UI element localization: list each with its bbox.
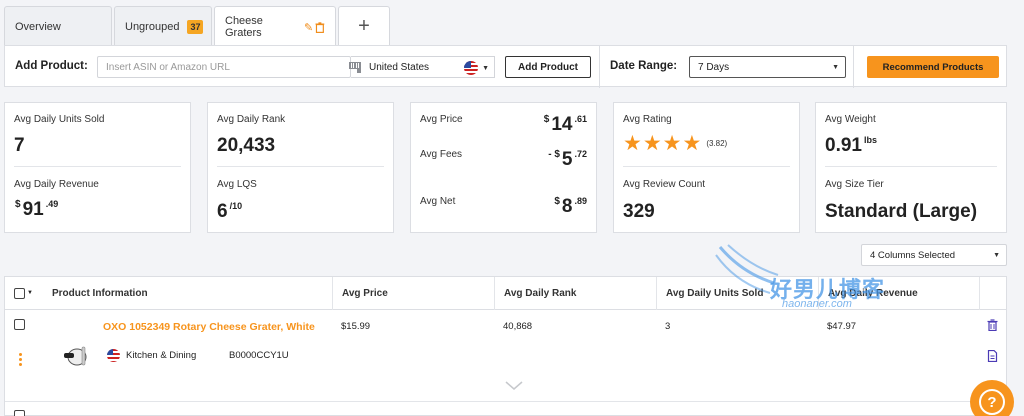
- units-label: Avg Daily Units Sold: [14, 114, 105, 125]
- net-value: $8.89: [554, 196, 587, 217]
- rating-value: (3.82): [706, 139, 728, 148]
- rating-stars: ★ ★ ★ ★ (3.82): [623, 133, 727, 154]
- recommend-products-button[interactable]: Recommend Products: [867, 56, 999, 78]
- date-range-value: 7 Days: [698, 61, 730, 73]
- net-label: Avg Net: [420, 196, 456, 207]
- caret-down-icon: ▼: [482, 65, 489, 72]
- tab-overview[interactable]: Overview: [4, 6, 112, 46]
- product-title-link[interactable]: OXO 1052349 Rotary Cheese Grater, White: [103, 321, 315, 333]
- caret-down-icon[interactable]: ▼: [27, 290, 33, 296]
- weight-label: Avg Weight: [825, 114, 876, 125]
- lqs-label: Avg LQS: [217, 179, 257, 190]
- columns-select[interactable]: 4 Columns Selected ▼: [861, 244, 1007, 266]
- caret-down-icon: ▼: [993, 252, 1000, 259]
- lqs-value: 6/10: [217, 201, 243, 222]
- document-icon[interactable]: [987, 350, 998, 362]
- review-value: 329: [623, 201, 655, 222]
- product-asin: B0000CCY1U: [229, 350, 289, 361]
- weight-size-card: Avg Weight 0.91 lbs Avg Size Tier Standar…: [815, 102, 1007, 233]
- rating-label: Avg Rating: [623, 114, 672, 125]
- us-flag-icon: [107, 349, 120, 362]
- rank-label: Avg Daily Rank: [217, 114, 286, 125]
- us-flag-icon: [464, 61, 478, 75]
- fees-label: Avg Fees: [420, 149, 463, 160]
- star-icon: ★: [623, 132, 642, 155]
- chevron-down-icon[interactable]: [505, 381, 523, 391]
- add-product-toolbar: Add Product: Insert ASIN or Amazon URL U…: [4, 45, 1007, 88]
- add-product-label: Add Product:: [15, 60, 88, 72]
- caret-down-icon: ▼: [832, 64, 839, 71]
- rating-review-card: Avg Rating ★ ★ ★ ★ (3.82) Avg Review Cou…: [613, 102, 800, 233]
- date-range-select[interactable]: 7 Days ▼: [689, 56, 846, 78]
- divider: [599, 46, 600, 88]
- date-range-label: Date Range:: [610, 60, 678, 72]
- size-tier-value: Standard (Large): [825, 201, 978, 222]
- revenue-label: Avg Daily Revenue: [14, 179, 99, 190]
- row-checkbox[interactable]: [14, 410, 25, 416]
- divider: [217, 166, 384, 167]
- country-select[interactable]: United States ▼: [351, 56, 495, 78]
- divider: [14, 166, 181, 167]
- product-category: Kitchen & Dining: [126, 350, 197, 361]
- country-value: United States: [369, 61, 430, 73]
- trash-icon[interactable]: [315, 21, 325, 33]
- header-avg-daily-rank[interactable]: Avg Daily Rank: [494, 277, 656, 310]
- row-revenue: $47.97: [827, 321, 857, 332]
- row-checkbox[interactable]: [14, 319, 25, 330]
- add-tab-button[interactable]: +: [338, 6, 390, 46]
- tab-cheese-graters[interactable]: Cheese Graters ✎: [214, 6, 336, 47]
- plus-icon: +: [358, 15, 370, 37]
- revenue-value: $91.49: [15, 199, 59, 220]
- columns-select-value: 4 Columns Selected: [870, 249, 956, 261]
- tab-label: Cheese Graters: [225, 15, 263, 39]
- row-price: $15.99: [341, 321, 371, 332]
- price-fees-card: Avg Price $14.61 Avg Fees - $5.72 Avg Ne…: [410, 102, 597, 233]
- review-label: Avg Review Count: [623, 179, 706, 190]
- pencil-icon[interactable]: ✎: [304, 21, 313, 34]
- rank-value: 20,433: [217, 135, 276, 156]
- row-rank: 40,868: [503, 321, 533, 332]
- weight-value: 0.91 lbs: [825, 135, 877, 156]
- divider: [623, 166, 790, 167]
- question-icon: ?: [979, 389, 1005, 415]
- tab-ungrouped[interactable]: Ungrouped 37: [114, 6, 212, 46]
- divider: [853, 46, 854, 88]
- row-units: 3: [665, 321, 671, 332]
- header-actions: [979, 277, 1007, 310]
- price-label: Avg Price: [420, 114, 463, 125]
- units-revenue-card: Avg Daily Units Sold 7 Avg Daily Revenue…: [4, 102, 191, 233]
- star-icon: ★: [682, 132, 702, 155]
- tab-label: Ungrouped: [125, 20, 180, 33]
- add-product-button[interactable]: Add Product: [505, 56, 591, 78]
- asin-input[interactable]: Insert ASIN or Amazon URL: [97, 56, 351, 78]
- watermark-subtitle: haonaner.com: [782, 298, 852, 310]
- size-tier-label: Avg Size Tier: [825, 179, 884, 190]
- tab-bar: Overview Ungrouped 37 Cheese Graters ✎ +: [4, 6, 392, 47]
- select-all-checkbox[interactable]: [14, 288, 25, 299]
- fees-value: - $5.72: [548, 149, 587, 170]
- units-value: 7: [14, 135, 25, 156]
- product-thumbnail: [64, 346, 87, 366]
- trash-icon[interactable]: [987, 319, 998, 331]
- header-avg-price[interactable]: Avg Price: [332, 277, 494, 310]
- more-options-icon[interactable]: [19, 353, 23, 368]
- price-value: $14.61: [543, 114, 587, 135]
- header-product-info[interactable]: Product Information: [43, 277, 333, 310]
- tab-label: Overview: [15, 20, 61, 33]
- rank-lqs-card: Avg Daily Rank 20,433 Avg LQS 6/10: [207, 102, 394, 233]
- count-badge: 37: [187, 19, 204, 34]
- table-row: [5, 401, 1006, 416]
- divider: [825, 166, 997, 167]
- star-icon: ★: [662, 132, 682, 155]
- star-icon: ★: [642, 132, 662, 155]
- help-button[interactable]: ?: [970, 380, 1014, 416]
